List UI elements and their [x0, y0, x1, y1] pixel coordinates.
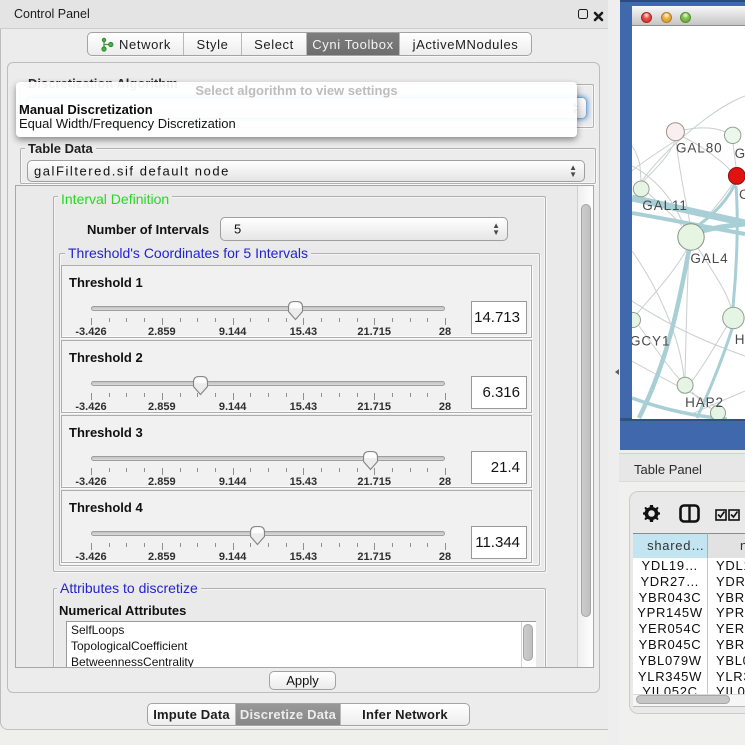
svg-text:CYC8: CYC8	[739, 187, 745, 202]
svg-text:HAP4: HAP4	[735, 332, 745, 347]
svg-text:GAL80: GAL80	[676, 141, 723, 156]
svg-text:HAP2: HAP2	[685, 395, 724, 410]
svg-text:GAL4: GAL4	[690, 251, 728, 266]
svg-text:GAL11: GAL11	[642, 198, 688, 213]
svg-text:GCY1: GCY1	[632, 334, 670, 349]
svg-text:GAL3: GAL3	[735, 146, 745, 161]
